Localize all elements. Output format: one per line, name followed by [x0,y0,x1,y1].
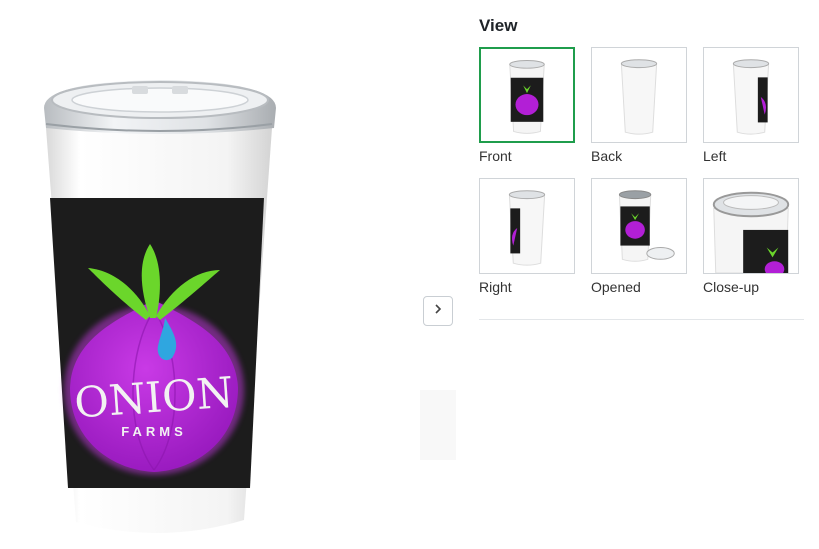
next-image-button[interactable] [423,296,453,326]
logo-subword: FARMS [121,424,187,439]
thumbnail-label: Close-up [703,279,760,295]
thumbnail-front[interactable]: Front [479,47,575,176]
thumbnail-grid: Front Back Left Right Opened Close-up [479,47,809,307]
thumbnail-close-up[interactable]: Close-up [703,178,799,307]
thumbnail-opened[interactable]: Opened [591,178,687,307]
thumbnail-label: Front [479,148,512,164]
thumbnail-image [591,47,687,143]
thumbnail-label: Opened [591,279,641,295]
main-product-image: ONION FARMS [0,0,456,549]
thumbnail-back[interactable]: Back [591,47,687,176]
thumbnail-label: Back [591,148,623,164]
thumbnail-image [479,47,575,143]
chevron-right-icon [432,302,444,320]
view-title: View [479,16,518,35]
background-shadow [420,390,456,460]
thumbnail-image [703,178,799,274]
thumbnail-label: Left [703,148,727,164]
tumbler-front-image: ONION FARMS [44,80,456,534]
thumbnail-image [703,47,799,143]
thumbnail-image [591,178,687,274]
thumbnail-right[interactable]: Right [479,178,575,307]
thumbnail-label: Right [479,279,512,295]
thumbnail-left[interactable]: Left [703,47,799,176]
thumbnail-image [479,178,575,274]
divider [479,319,804,320]
